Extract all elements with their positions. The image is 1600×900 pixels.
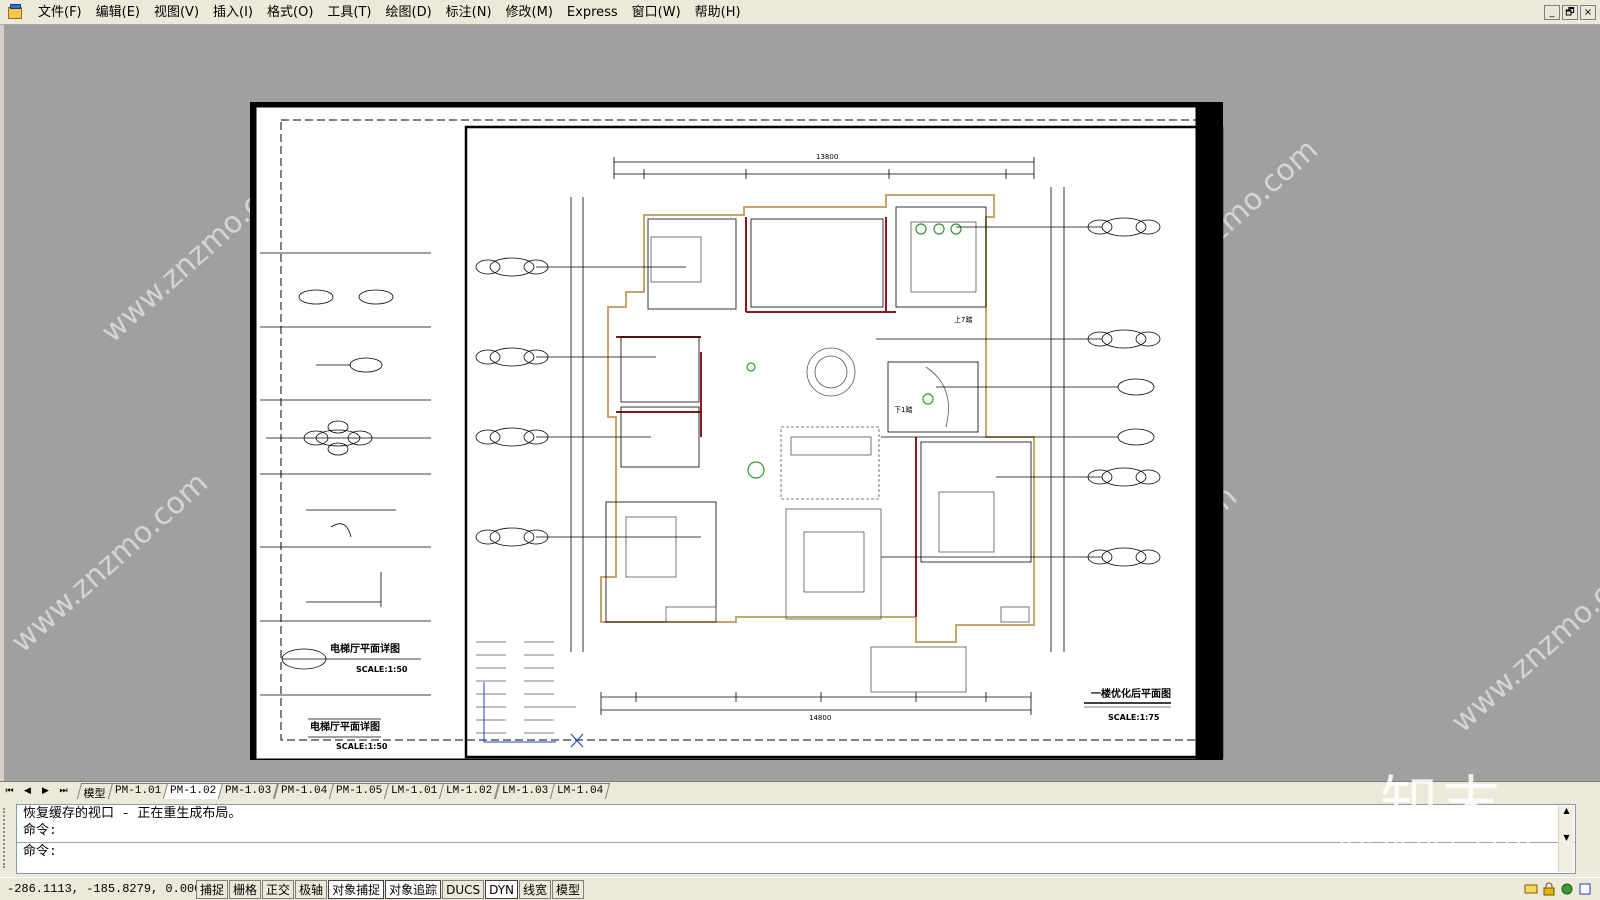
menu-format[interactable]: 格式(O) xyxy=(260,0,320,25)
command-window-grip[interactable] xyxy=(3,808,11,868)
menu-file[interactable]: 文件(F) xyxy=(31,0,89,25)
polar-toggle[interactable]: 极轴 xyxy=(295,879,328,899)
detail-scale-2: SCALE:1:50 xyxy=(336,742,388,751)
menu-express[interactable]: Express xyxy=(560,0,625,25)
model-paper-toggle[interactable]: 模型 xyxy=(552,879,585,899)
snap-toggle[interactable]: 捕捉 xyxy=(196,879,229,899)
menu-window[interactable]: 窗口(W) xyxy=(625,0,688,25)
menu-bar: 文件(F) 编辑(E) 视图(V) 插入(I) 格式(O) 工具(T) 绘图(D… xyxy=(0,0,1600,25)
bottom-total-dimension: 14800 xyxy=(809,714,831,722)
document-window-controls: _ 🗗 × xyxy=(1544,4,1596,20)
tab-pm-1-02[interactable]: PM-1.02 xyxy=(163,783,224,799)
last-tab-button[interactable]: ⏭ xyxy=(55,783,72,799)
menu-draw[interactable]: 绘图(D) xyxy=(379,0,439,25)
status-tray xyxy=(1524,882,1592,896)
tab-pm-1-05[interactable]: PM-1.05 xyxy=(328,783,390,799)
tab-lm-1-02[interactable]: LM-1.02 xyxy=(439,783,500,799)
stair-down-label: 下1踏 xyxy=(894,405,912,414)
ortho-toggle[interactable]: 正交 xyxy=(262,879,295,899)
menu-edit[interactable]: 编辑(E) xyxy=(89,0,147,25)
brand-id-watermark: ID: 869553210 xyxy=(1338,833,1532,863)
menu-help[interactable]: 帮助(H) xyxy=(688,0,748,25)
autocad-window: 文件(F) 编辑(E) 视图(V) 插入(I) 格式(O) 工具(T) 绘图(D… xyxy=(0,0,1600,900)
floor-plan-drawing[interactable]: 电梯厅平面详图 SCALE:1:50 电梯厅平面详图 SCALE:1:50 13… xyxy=(256,107,1226,767)
restore-button[interactable]: 🗗 xyxy=(1562,4,1578,20)
next-tab-button[interactable]: ▶ xyxy=(37,783,54,799)
plan-title: 一楼优化后平面图 xyxy=(1091,687,1171,700)
tab-lm-1-03[interactable]: LM-1.03 xyxy=(494,783,555,799)
stair-up-label: 上7踏 xyxy=(954,315,972,324)
close-button[interactable]: × xyxy=(1580,4,1596,20)
layout-tab-bar: ⏮ ◀ ▶ ⏭ 模型 PM-1.01 PM-1.02 PM-1.03 PM-1.… xyxy=(0,781,1600,801)
tab-pm-1-01[interactable]: PM-1.01 xyxy=(107,783,169,799)
prev-tab-button[interactable]: ◀ xyxy=(19,783,36,799)
dyn-toggle[interactable]: DYN xyxy=(485,879,519,899)
menu-dimension[interactable]: 标注(N) xyxy=(439,0,499,25)
autocad-app-icon[interactable] xyxy=(7,4,23,20)
top-total-dimension: 13800 xyxy=(816,153,838,161)
tab-pm-1-03[interactable]: PM-1.03 xyxy=(218,783,279,799)
status-bar: -286.1113, -185.8279, 0.0000 捕捉 栅格 正交 极轴… xyxy=(0,877,1600,900)
first-tab-button[interactable]: ⏮ xyxy=(1,783,18,799)
minimize-button[interactable]: _ xyxy=(1544,4,1560,20)
lineweight-toggle[interactable]: 线宽 xyxy=(519,879,552,899)
menu-modify[interactable]: 修改(M) xyxy=(499,0,560,25)
command-scrollbar[interactable]: ▲ ▼ xyxy=(1558,806,1574,872)
grid-toggle[interactable]: 栅格 xyxy=(229,879,262,899)
watermark-text: www.znzmo.com xyxy=(4,465,215,660)
ducs-toggle[interactable]: DUCS xyxy=(442,879,485,899)
lock-icon[interactable] xyxy=(1542,882,1556,896)
detail-scale: SCALE:1:50 xyxy=(356,665,408,674)
annotation-scale-icon[interactable] xyxy=(1524,882,1538,896)
communication-center-icon[interactable] xyxy=(1560,882,1574,896)
layout-tabs: 模型 PM-1.01 PM-1.02 PM-1.03 PM-1.04 PM-1.… xyxy=(76,783,611,801)
clean-screen-icon[interactable] xyxy=(1578,882,1592,896)
command-history-line: 恢复缓存的视口 - 正在重生成布局。 xyxy=(23,806,242,821)
osnap-toggle[interactable]: 对象捕捉 xyxy=(328,879,385,899)
detail-title: 电梯厅平面详图 xyxy=(330,642,400,655)
tab-pm-1-04[interactable]: PM-1.04 xyxy=(273,783,335,799)
tab-lm-1-04[interactable]: LM-1.04 xyxy=(549,783,611,799)
menu-insert[interactable]: 插入(I) xyxy=(206,0,260,25)
drawing-canvas[interactable]: www.znzmo.com 知末网 www.znzmo.com znzmo.co… xyxy=(4,25,1600,781)
cursor-coordinates[interactable]: -286.1113, -185.8279, 0.0000 xyxy=(0,882,209,896)
otrack-toggle[interactable]: 对象追踪 xyxy=(385,879,442,899)
brand-watermark: 知末 xyxy=(1380,769,1505,837)
menu-tools[interactable]: 工具(T) xyxy=(320,0,378,25)
detail-title-2: 电梯厅平面详图 xyxy=(310,720,380,733)
tab-lm-1-01[interactable]: LM-1.01 xyxy=(383,783,445,799)
menu-view[interactable]: 视图(V) xyxy=(147,0,206,25)
watermark-text: www.znzmo.com xyxy=(1444,545,1600,740)
plan-scale: SCALE:1:75 xyxy=(1108,713,1160,722)
